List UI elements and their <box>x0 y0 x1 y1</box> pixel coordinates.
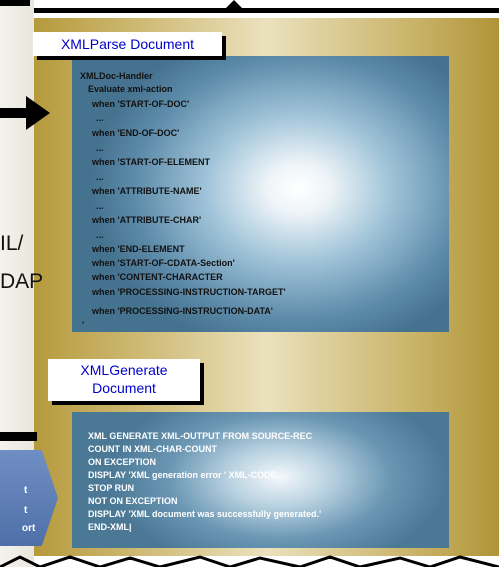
side-label-xml: IL/ <box>0 232 24 255</box>
code-line: ... <box>96 201 104 211</box>
code-line: when 'END-OF-DOC' <box>92 128 180 138</box>
code-line: when 'PROCESSING-INSTRUCTION-TARGET' <box>92 287 286 297</box>
bottom-left-connector-bar <box>0 432 37 441</box>
top-arrow-icon <box>224 0 244 10</box>
xml-parse-title: XMLParse Document <box>33 32 222 56</box>
code-line: NOT ON EXCEPTION <box>88 496 178 506</box>
code-line: ON EXCEPTION <box>88 457 157 467</box>
chevron-text-1: t <box>24 485 28 496</box>
code-line: DISPLAY 'XML document was successfully g… <box>88 509 322 519</box>
code-line: COUNT IN XML-CHAR-COUNT <box>88 444 217 454</box>
code-line: when 'START-OF-DOC' <box>92 99 190 109</box>
code-line: ... <box>96 172 104 182</box>
top-connector-line <box>34 8 499 13</box>
arrow-right-icon-shaft <box>0 108 28 118</box>
side-label-soap: DAP <box>0 270 44 293</box>
code-line: STOP RUN <box>88 483 135 493</box>
chevron-text-3: ort <box>22 523 36 534</box>
code-line: when 'ATTRIBUTE-NAME' <box>92 186 202 196</box>
code-line: when 'PROCESSING-INSTRUCTION-DATA' <box>92 306 273 316</box>
code-line: when 'END-ELEMENT <box>92 244 185 254</box>
code-line: when 'START-OF-ELEMENT <box>92 157 210 167</box>
code-line: ... <box>96 143 104 153</box>
top-left-connector-bar <box>0 0 30 6</box>
bottom-zigzag-line <box>0 555 499 567</box>
chevron-text-2: t <box>24 505 28 516</box>
code-line: Evaluate xml-action <box>88 84 173 94</box>
code-line: when 'ATTRIBUTE-CHAR' <box>92 215 202 225</box>
xml-generate-title: XMLGenerate Document <box>48 359 200 401</box>
xml-generate-title-line2: Document <box>92 380 156 396</box>
xml-generate-code-panel: XML GENERATE XML-OUTPUT FROM SOURCE-REC … <box>72 412 449 548</box>
xml-parse-code-panel: XMLDoc-Handler Evaluate xml-action when … <box>72 56 449 332</box>
code-line: ... <box>96 230 104 240</box>
code-line: END-XML| <box>88 522 132 532</box>
code-line: XMLDoc-Handler <box>80 71 153 81</box>
code-line: DISPLAY 'XML generation error ' XML-CODE <box>88 470 277 480</box>
xml-generate-title-line1: XMLGenerate <box>80 362 168 378</box>
code-line: ' <box>82 320 85 330</box>
code-line: when 'START-OF-CDATA-Section' <box>92 258 235 268</box>
code-line: ... <box>96 113 104 123</box>
arrow-right-icon <box>26 96 50 130</box>
code-line: XML GENERATE XML-OUTPUT FROM SOURCE-REC <box>88 431 313 441</box>
code-line: when 'CONTENT-CHARACTER <box>92 272 223 282</box>
